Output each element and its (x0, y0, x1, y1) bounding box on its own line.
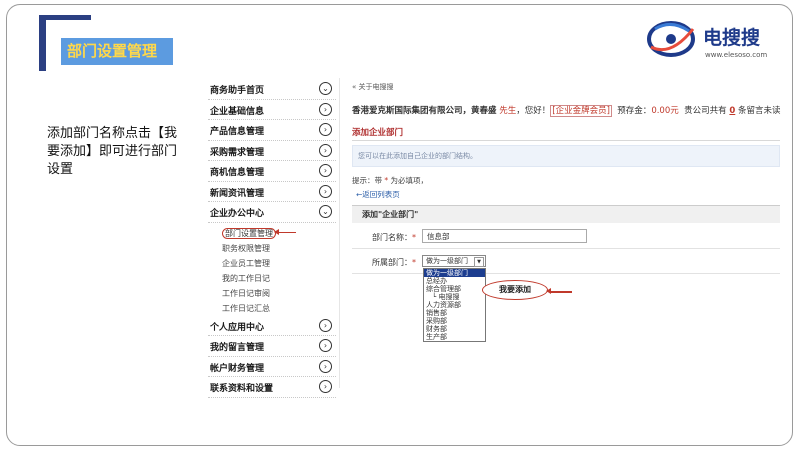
chevron-right-icon[interactable]: › (319, 318, 332, 332)
sidebar-item[interactable]: 联系资料和设置 › (208, 377, 336, 398)
sidebar-item-label: 联系资料和设置 (210, 384, 274, 394)
chevron-right-icon[interactable]: › (319, 184, 332, 198)
subitem-label: 我的工作日记 (222, 273, 270, 283)
divider (352, 140, 780, 141)
dropdown-option[interactable]: 采购部 (424, 317, 485, 325)
form-title: 添加"企业部门" (352, 205, 780, 223)
field-label: 所属部门： (372, 258, 412, 267)
parent-department-select[interactable]: 做为一级部门 ▼ (422, 255, 486, 267)
subitem[interactable]: 企业员工管理 (208, 256, 336, 271)
chevron-right-icon[interactable]: › (319, 339, 332, 352)
required-star: * (412, 233, 416, 242)
sidebar-item-label: 产品信息管理 (210, 127, 265, 137)
divider (352, 248, 780, 249)
back-to-list-link[interactable]: ←返回列表页 (356, 189, 400, 200)
sidebar-item-label: 我的留言管理 (210, 343, 265, 353)
dropdown-option[interactable]: 综合管理部 (424, 285, 485, 293)
dropdown-option[interactable]: 财务部 (424, 325, 485, 333)
sidebar-nav: 商务助手首页 ⌄ 企业基础信息 › 产品信息管理 › 采购需求管理 › 商机信息管理 › … (208, 79, 336, 398)
sidebar-item[interactable]: 我的留言管理 › (208, 336, 336, 357)
sidebar-item-label: 商务助手首页 (210, 86, 265, 96)
sidebar-item[interactable]: 采购需求管理 › (208, 141, 336, 161)
subitem-label: 工作日记审阅 (222, 288, 270, 298)
sidebar-item-label: 商机信息管理 (210, 168, 265, 178)
subitem[interactable]: 职务权限管理 (208, 241, 336, 256)
notice-box: 您可以在此添加自己企业的部门结构。 (352, 145, 780, 167)
sidebar-item-label: 个人应用中心 (210, 322, 265, 333)
tip-suffix: 为必填项， (390, 176, 429, 185)
subitem-department-settings[interactable]: 部门设置管理 (208, 226, 336, 241)
dropdown-option[interactable]: 生产部 (424, 333, 485, 341)
sidebar-item[interactable]: 个人应用中心 › (208, 316, 336, 336)
parent-department-dropdown[interactable]: 做为一级部门 总经办 综合管理部 └ 电搜搜 人力资源部 销售部 采购部 财务部… (423, 268, 486, 342)
subitem-label: 部门设置管理 (222, 227, 276, 239)
dropdown-option[interactable]: └ 电搜搜 (424, 293, 485, 301)
chevron-down-icon[interactable]: ▼ (474, 257, 484, 267)
chevron-down-icon[interactable]: ⌄ (319, 205, 332, 218)
pointer-arrow-icon (546, 288, 572, 294)
logo-name: 电搜搜 (703, 27, 761, 49)
sidebar-item-office-center[interactable]: 企业办公中心 ⌄ (208, 202, 336, 223)
parent-department-label: 所属部门：* (372, 257, 416, 268)
sidebar-item-label: 帐户财务管理 (210, 363, 265, 374)
chevron-down-icon[interactable]: ⌄ (319, 82, 332, 95)
sidebar-item[interactable]: 企业基础信息 › (208, 100, 336, 120)
greeting-line: 香港爱克斯国际集团有限公司，黄春盛 先生，您好！ [企业金牌会员] 预存金：0.0… (352, 104, 781, 117)
sidebar-item-label: 采购需求管理 (210, 147, 265, 158)
tip-star: * (384, 176, 389, 185)
sidebar-item[interactable]: 商机信息管理 › (208, 161, 336, 182)
chevron-right-icon[interactable]: › (319, 359, 332, 373)
field-label: 部门名称： (372, 233, 412, 242)
required-tip: 提示：带 * 为必填项， (352, 175, 428, 186)
logo-url: www.elesoso.com (705, 51, 768, 59)
subitem-label: 企业员工管理 (222, 258, 270, 268)
sidebar-item-label: 新闻资讯管理 (210, 188, 265, 199)
add-department-button[interactable]: 我要添加 (482, 280, 548, 300)
messages-prefix: 贵公司共有 (684, 106, 727, 116)
required-star: * (412, 258, 416, 267)
tip-prefix: 提示：带 (352, 176, 382, 185)
logo-icon (647, 21, 695, 57)
subitem[interactable]: 工作日记审阅 (208, 286, 336, 301)
sidebar-item-label: 企业基础信息 (210, 106, 265, 117)
divider (352, 273, 780, 274)
sidebar-item-label: 企业办公中心 (210, 209, 265, 219)
chevron-right-icon[interactable]: › (319, 143, 332, 157)
sidebar-item[interactable]: 帐户财务管理 › (208, 357, 336, 377)
member-badge[interactable]: [企业金牌会员] (550, 105, 612, 117)
subitem[interactable]: 我的工作日记 (208, 271, 336, 286)
title-suffix: 先生 (499, 106, 517, 116)
breadcrumb[interactable]: « 关于电搜搜 (352, 82, 394, 92)
sidebar-item[interactable]: 新闻资讯管理 › (208, 182, 336, 202)
slide: 部门设置管理 电搜搜 www.elesoso.com 添加部门名称点击【我要添加… (6, 4, 793, 446)
department-name-input[interactable]: 信息部 (422, 229, 587, 243)
dropdown-option[interactable]: 总经办 (424, 277, 485, 285)
unread-count-link[interactable]: 0 (729, 106, 735, 116)
deposit-label: 预存金： (617, 106, 652, 116)
company-name: 香港爱克斯国际集团有限公司，黄春盛 (352, 106, 497, 116)
subitem-label: 职务权限管理 (222, 243, 270, 253)
chevron-right-icon[interactable]: › (319, 102, 332, 116)
dropdown-option[interactable]: 做为一级部门 (424, 269, 485, 277)
chevron-right-icon[interactable]: › (319, 380, 332, 393)
slide-title: 部门设置管理 (61, 38, 173, 65)
pointer-arrow-icon (274, 229, 296, 234)
greeting: ，您好！ (516, 106, 551, 116)
instruction-text: 添加部门名称点击【我要添加】即可进行部门设置 (47, 126, 178, 177)
department-name-label: 部门名称：* (372, 232, 416, 243)
select-value: 做为一级部门 (426, 257, 468, 265)
chevron-right-icon[interactable]: › (319, 123, 332, 136)
section-title: 添加企业部门 (352, 128, 404, 138)
deposit-value: 0.00元 (651, 106, 679, 116)
sidebar-item[interactable]: 商务助手首页 ⌄ (208, 79, 336, 100)
chevron-right-icon[interactable]: › (319, 164, 332, 177)
sidebar-item[interactable]: 产品信息管理 › (208, 120, 336, 141)
screenshot-divider (339, 78, 340, 388)
messages-suffix: 条留言未读 (738, 106, 781, 116)
dropdown-option[interactable]: 销售部 (424, 309, 485, 317)
logo: 电搜搜 www.elesoso.com (643, 17, 783, 65)
subitem[interactable]: 工作日记汇总 (208, 301, 336, 316)
subitem-label: 工作日记汇总 (222, 303, 270, 313)
dropdown-option[interactable]: 人力资源部 (424, 301, 485, 309)
